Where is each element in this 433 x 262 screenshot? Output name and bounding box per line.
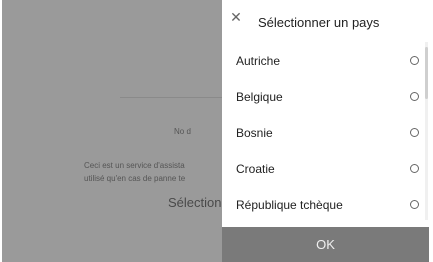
country-label: Autriche	[236, 54, 281, 68]
country-select-panel: ✕ Sélectionner un pays Autriche Belgique…	[222, 0, 429, 262]
close-icon[interactable]: ✕	[228, 9, 244, 25]
background-pane: No d Ceci est un service d'assista utili…	[2, 0, 229, 262]
country-item-croatie[interactable]: Croatie	[222, 150, 429, 186]
background-info-line-2: utilisé qu'en cas de panne te	[84, 174, 186, 183]
panel-title: Sélectionner un pays	[258, 15, 380, 30]
radio-button[interactable]	[410, 92, 419, 101]
country-item-republique-tcheque[interactable]: République tchèque	[222, 186, 429, 222]
scrollbar-thumb[interactable]	[425, 47, 428, 99]
country-label: Belgique	[236, 90, 283, 104]
radio-button[interactable]	[410, 164, 419, 173]
ok-button[interactable]: OK	[222, 227, 429, 262]
divider	[120, 97, 222, 98]
country-label: Croatie	[236, 162, 275, 176]
scrollbar[interactable]	[425, 42, 428, 220]
country-list: Autriche Belgique Bosnie Croatie Républi…	[222, 42, 429, 227]
screen: No d Ceci est un service d'assista utili…	[2, 0, 429, 262]
country-item-bosnie[interactable]: Bosnie	[222, 114, 429, 150]
country-item-belgique[interactable]: Belgique	[222, 78, 429, 114]
radio-button[interactable]	[410, 200, 419, 209]
country-label: République tchèque	[236, 198, 343, 212]
panel-header: ✕ Sélectionner un pays	[222, 0, 429, 40]
country-label: Bosnie	[236, 126, 273, 140]
background-text-no: No d	[174, 127, 191, 136]
radio-button[interactable]	[410, 56, 419, 65]
country-item-autriche[interactable]: Autriche	[222, 42, 429, 78]
background-info-line-1: Ceci est un service d'assista	[84, 161, 185, 170]
background-select-label: Sélectionn	[168, 195, 229, 210]
radio-button[interactable]	[410, 128, 419, 137]
